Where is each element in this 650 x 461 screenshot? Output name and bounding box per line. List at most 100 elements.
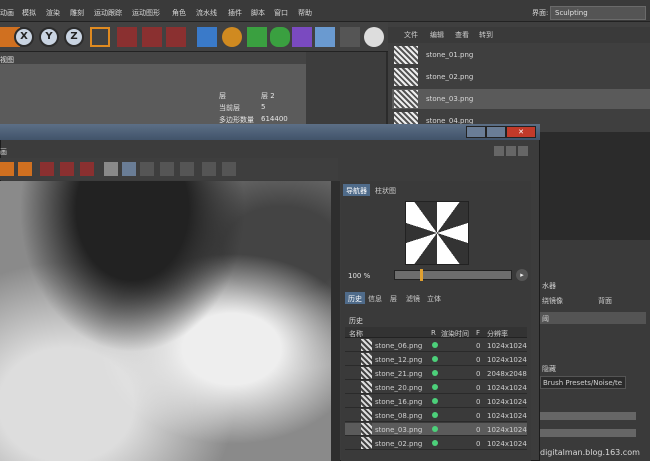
layout-select[interactable]: Sculpting bbox=[550, 6, 646, 20]
ab-compare-icon[interactable] bbox=[140, 162, 154, 176]
minimize-button[interactable] bbox=[466, 126, 486, 138]
z-axis-button[interactable]: Z bbox=[64, 27, 84, 47]
tab-navigator[interactable]: 导航器 bbox=[343, 184, 370, 196]
status-dot bbox=[432, 440, 438, 446]
row-name: stone_06.png bbox=[375, 342, 423, 350]
column-r[interactable]: R bbox=[431, 329, 436, 337]
render-settings-icon[interactable] bbox=[166, 27, 186, 47]
history-row[interactable]: stone_16.png 0 1024x1024 bbox=[345, 395, 527, 408]
column-f[interactable]: F bbox=[476, 329, 480, 337]
file-thumbnail bbox=[394, 46, 418, 64]
brush-path-field[interactable]: Brush Presets/Noise/te bbox=[540, 376, 626, 389]
tab-history[interactable]: 历史 bbox=[345, 292, 365, 304]
zoom-slider-knob[interactable] bbox=[419, 269, 423, 281]
zoom-slider[interactable] bbox=[394, 270, 512, 280]
attribute-slider-1[interactable] bbox=[540, 412, 636, 420]
array-icon[interactable] bbox=[270, 27, 290, 47]
render-picture-icon[interactable] bbox=[142, 27, 162, 47]
render-icon[interactable] bbox=[40, 162, 54, 176]
split-icon[interactable] bbox=[122, 162, 136, 176]
menu-mograph[interactable]: 运动图形 bbox=[132, 8, 160, 18]
zoom-arrow-icon[interactable]: ▸ bbox=[516, 269, 528, 281]
close-button[interactable]: ✕ bbox=[506, 126, 536, 138]
pen-icon[interactable] bbox=[222, 27, 242, 47]
stop-render-icon[interactable] bbox=[80, 162, 94, 176]
row-f: 0 bbox=[476, 384, 481, 392]
menu-simulate[interactable]: 模拟 bbox=[22, 8, 36, 18]
attribute-field-5[interactable]: 隐藏 bbox=[542, 364, 556, 374]
row-resolution: 1024x1024 bbox=[487, 440, 527, 448]
attribute-field-2[interactable]: 绕镜像 bbox=[542, 296, 563, 306]
menu-pipeline[interactable]: 流水线 bbox=[196, 8, 217, 18]
tab-histogram[interactable]: 柱状图 bbox=[372, 184, 399, 196]
menu-motion-tracking[interactable]: 运动跟踪 bbox=[94, 8, 122, 18]
attribute-slider-2[interactable] bbox=[540, 429, 636, 437]
camera-icon[interactable] bbox=[340, 27, 360, 47]
column-resolution[interactable]: 分辨率 bbox=[487, 329, 508, 339]
menu-help[interactable]: 帮助 bbox=[298, 8, 312, 18]
history-row[interactable]: stone_02.png 0 1024x1024 bbox=[345, 437, 527, 450]
navigator-thumbnail[interactable] bbox=[405, 201, 469, 265]
tab-info[interactable]: 信息 bbox=[365, 292, 385, 304]
file-item-selected[interactable]: stone_03.png bbox=[392, 89, 650, 109]
render-region-icon[interactable] bbox=[60, 162, 74, 176]
menu-script[interactable]: 脚本 bbox=[251, 8, 265, 18]
render-view-icon[interactable] bbox=[117, 27, 137, 47]
attribute-dropdown[interactable]: 阈 bbox=[540, 312, 646, 324]
vertical-scrollbar[interactable] bbox=[331, 181, 340, 461]
file-item[interactable]: stone_02.png bbox=[392, 67, 650, 87]
set-b-icon[interactable] bbox=[180, 162, 194, 176]
column-name[interactable]: 名称 bbox=[349, 329, 363, 339]
history-row[interactable]: stone_08.png 0 1024x1024 bbox=[345, 409, 527, 422]
menu-plugins[interactable]: 插件 bbox=[228, 8, 242, 18]
menu-edit[interactable]: 编辑 bbox=[430, 30, 444, 40]
maximize-button[interactable] bbox=[486, 126, 506, 138]
viewer-toolbar bbox=[0, 158, 338, 180]
settings-icon[interactable] bbox=[506, 146, 516, 156]
row-f: 0 bbox=[476, 440, 481, 448]
export-icon[interactable] bbox=[18, 162, 32, 176]
difference-icon[interactable] bbox=[222, 162, 236, 176]
menu-file[interactable]: 文件 bbox=[404, 30, 418, 40]
image-canvas[interactable] bbox=[0, 181, 331, 461]
column-render-time[interactable]: 渲染时间 bbox=[441, 329, 469, 339]
tab-filter[interactable]: 滤镜 bbox=[403, 292, 423, 304]
file-item[interactable]: stone_01.png bbox=[392, 45, 650, 65]
menu-character[interactable]: 角色 bbox=[172, 8, 186, 18]
menu-goto[interactable]: 转到 bbox=[479, 30, 493, 40]
menu-render[interactable]: 渲染 bbox=[46, 8, 60, 18]
history-row[interactable]: stone_20.png 0 1024x1024 bbox=[345, 381, 527, 394]
row-name: stone_02.png bbox=[375, 440, 423, 448]
file-name: stone_01.png bbox=[426, 51, 474, 59]
row-name: stone_12.png bbox=[375, 356, 423, 364]
menu-animation[interactable]: 动画 bbox=[0, 8, 14, 18]
history-row[interactable]: stone_21.png 0 2048x2048 bbox=[345, 367, 527, 380]
floor-icon[interactable] bbox=[315, 27, 335, 47]
light-icon[interactable] bbox=[364, 27, 384, 47]
deformer-icon[interactable] bbox=[292, 27, 312, 47]
coordinate-icon[interactable] bbox=[90, 27, 110, 47]
tab-stereo[interactable]: 立体 bbox=[424, 292, 444, 304]
history-row-selected[interactable]: stone_03.png 0 1024x1024 bbox=[345, 423, 527, 436]
pin-icon[interactable] bbox=[518, 146, 528, 156]
cube-icon[interactable] bbox=[197, 27, 217, 47]
history-row[interactable]: stone_06.png 0 1024x1024 bbox=[345, 339, 527, 352]
compare-icon[interactable] bbox=[104, 162, 118, 176]
set-a-icon[interactable] bbox=[160, 162, 174, 176]
attribute-field-3[interactable]: 背面 bbox=[598, 296, 612, 306]
y-axis-button[interactable]: Y bbox=[39, 27, 59, 47]
window-title-bar[interactable]: ✕ bbox=[0, 124, 540, 140]
row-f: 0 bbox=[476, 356, 481, 364]
status-dot bbox=[432, 412, 438, 418]
history-row[interactable]: stone_12.png 0 1024x1024 bbox=[345, 353, 527, 366]
tab-layer[interactable]: 层 bbox=[387, 292, 400, 304]
file-name: stone_02.png bbox=[426, 73, 474, 81]
save-icon[interactable] bbox=[0, 162, 14, 176]
subdivision-icon[interactable] bbox=[247, 27, 267, 47]
layout-icon[interactable] bbox=[494, 146, 504, 156]
menu-view[interactable]: 查看 bbox=[455, 30, 469, 40]
x-axis-button[interactable]: X bbox=[14, 27, 34, 47]
menu-sculpt[interactable]: 雕刻 bbox=[70, 8, 84, 18]
menu-window[interactable]: 窗口 bbox=[274, 8, 288, 18]
swap-icon[interactable] bbox=[202, 162, 216, 176]
